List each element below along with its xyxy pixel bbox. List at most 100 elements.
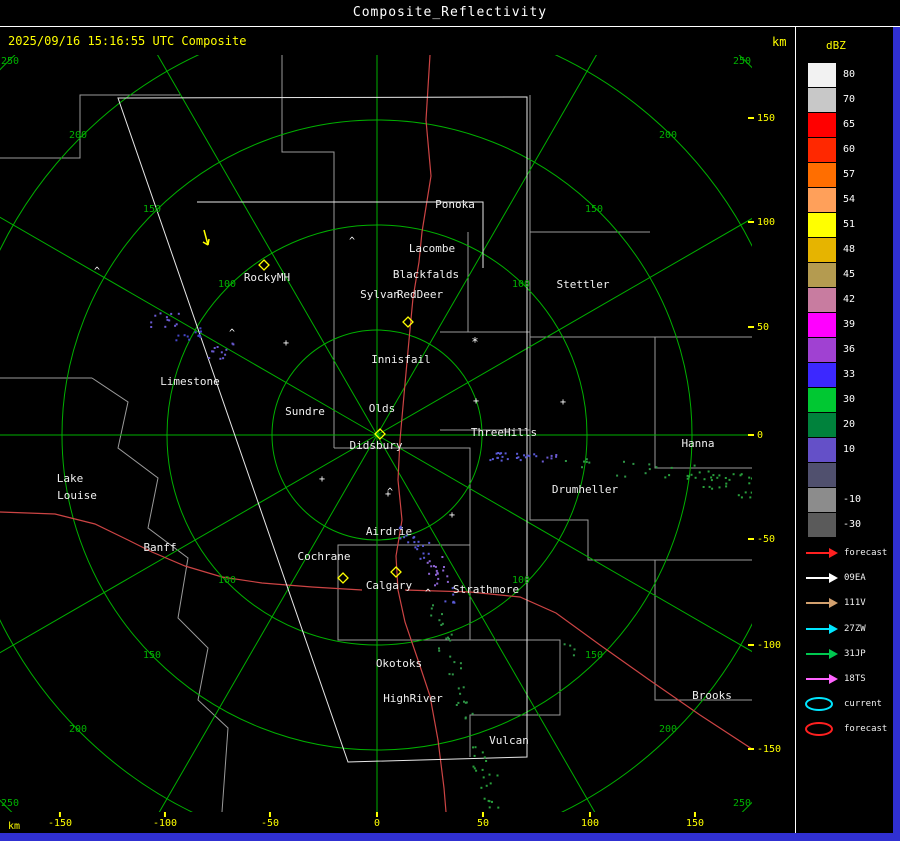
echo-dot [707,470,710,473]
legend-symbol-label: 18TS [844,674,866,684]
dbz-swatch-row: 70 [808,87,855,112]
right-axis-tick: 150 [748,112,775,124]
echo-dot [501,455,504,458]
echo-dot [523,454,526,457]
caret-marker: ^ [229,328,235,339]
echo-dot [463,700,465,703]
echo-dot [426,561,429,564]
echo-dot [219,357,222,360]
echo-dot [496,456,499,459]
vertical-scrollbar[interactable] [893,27,900,841]
dbz-swatch-label: 60 [843,144,856,155]
echo-dot [224,353,227,356]
dbz-swatch-label: 39 [843,319,856,330]
echo-dot [703,478,706,481]
dbz-swatch-label: 51 [843,219,856,230]
echo-dot [438,649,441,652]
legend-symbol-forecast: forecast [804,721,887,737]
bottom-axis-tick: -100 [153,812,177,829]
echo-dot [555,454,558,456]
echo-dot [447,636,449,639]
legend-panel: dBZ 80 70 65 60 57 54 51 48 45 42 39 36 33 30 20 10 -10 -… [796,27,893,833]
echo-dot [728,478,731,481]
dbz-swatch-label: 10 [843,444,856,455]
legend-symbol-label: 31JP [844,648,866,659]
echo-dot [500,459,503,462]
echo-dot [555,455,558,458]
dbz-swatch-row: 10 [808,437,855,462]
dbz-swatch [808,62,836,87]
echo-dot [165,316,168,319]
radar-map-canvas[interactable]: 250200150100250200150100150200250100 1001… [0,55,752,812]
echo-dot [712,474,715,477]
echo-dot [516,452,519,455]
dbz-swatch [808,487,836,512]
echo-dot [471,712,474,715]
echo-dot [528,455,531,457]
echo-dot [624,475,627,478]
echo-dot [414,546,417,549]
echo-dot [732,473,735,476]
echo-dot [175,339,178,342]
echo-dot [724,477,727,479]
echo-dot [686,477,689,480]
right-axis-tick: -50 [748,533,775,545]
echo-dot [535,455,538,458]
echo-dot [563,643,566,646]
echo-dot [177,334,180,337]
echo-dot [744,491,747,494]
dbz-swatch-row: -10 [808,487,861,512]
echo-dot [407,541,410,544]
city-label: Vulcan [489,734,529,747]
echo-dot [150,321,153,324]
horizontal-scrollbar[interactable] [0,833,900,841]
echo-dot [690,473,693,476]
echo-dot [460,667,462,670]
dbz-swatch-label: 48 [843,244,856,255]
plus-marker: + [560,397,566,408]
echo-dot [564,460,567,462]
legend-symbol-current: current [804,696,882,712]
echo-dot [430,565,433,568]
title-bar: Composite_Reflectivity [0,0,900,27]
dbz-swatch-row: 30 [808,387,855,412]
city-label: HighRiver [383,692,443,705]
echo-dot [519,459,522,462]
radar-site-icon [337,572,349,584]
dbz-swatch [808,362,836,387]
echo-dot [434,565,437,568]
echo-dot [448,673,451,676]
bottom-axis-tick: 100 [581,812,599,829]
echo-dot [725,482,728,485]
dbz-swatch [808,162,836,187]
echo-dot [481,751,484,754]
echo-dot [459,662,462,665]
right-axis-unit: km [772,35,787,49]
echo-dot [482,776,485,779]
dbz-swatch [808,437,836,462]
city-label: Lacombe [409,242,455,255]
echo-dot [427,552,430,555]
dbz-swatch [808,212,836,237]
range-ring-label: 150 [143,650,161,661]
echo-dot [443,566,445,568]
city-label: Stettler [557,278,610,291]
echo-dot [496,774,499,777]
track-arrow-icon [806,623,838,634]
echo-dot [164,325,167,328]
dbz-swatch-row: 42 [808,287,855,312]
echo-dot [616,474,619,477]
echo-dot [581,466,583,469]
right-axis: 150 100 50 0 -50 -100 -150 [748,55,796,812]
road-line [404,589,752,750]
echo-dot [491,458,494,461]
echo-dot [585,460,588,463]
echo-dot [444,600,447,603]
echo-dot [573,648,576,651]
echo-dot [449,655,452,658]
legend-symbol-label: 09EA [844,573,866,584]
echo-dot [693,464,696,467]
city-label: Louise [57,489,97,502]
range-ring-label: 250 [1,798,19,809]
dbz-swatch-label: 80 [843,69,856,80]
